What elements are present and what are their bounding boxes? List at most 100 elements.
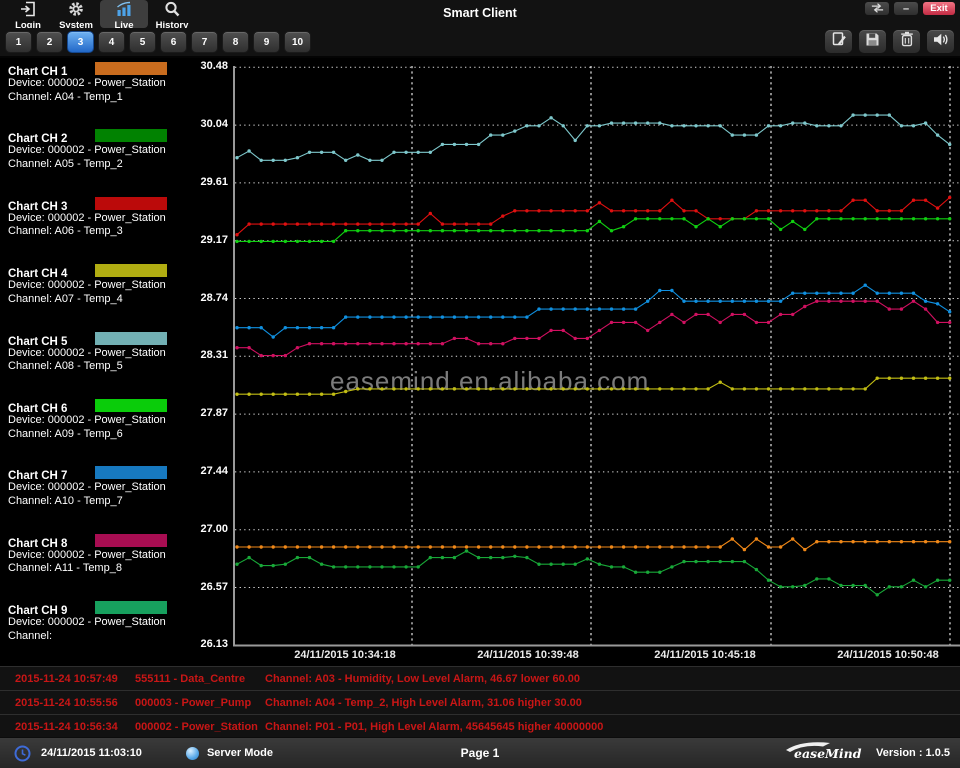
page-tab-3[interactable]: 3 [67,31,94,53]
page-tab-7[interactable]: 7 [191,31,218,53]
series-ch6-temp_6 [237,219,950,242]
x-axis-tick: 24/11/2015 10:50:48 [813,649,960,661]
page-tab-10[interactable]: 10 [284,31,311,53]
title-bar: Login System Live History Smart Client [0,0,960,28]
series-ch3-temp_3 [237,198,950,235]
y-axis-tick: 27.44 [182,465,228,477]
channel-device: Device: 000002 - Power_Station [8,212,230,226]
channel-id: Channel: A04 - Temp_1 [8,91,230,105]
sound-button[interactable] [927,30,954,53]
server-status-icon [186,747,199,760]
main-nav: Login System Live History [4,0,196,28]
channel-device: Device: 000002 - Power_Station [8,616,230,630]
clock-icon [14,745,31,762]
alarm-time: 2015-11-24 10:56:34 [0,721,135,733]
alarm-device: 000003 - Power_Pump [135,697,265,709]
channel-item-3[interactable]: Chart CH 3Device: 000002 - Power_Station… [8,197,230,239]
series-ch7-temp_7 [237,285,950,337]
series-ch5-temp_5 [237,115,950,160]
y-axis-tick: 28.74 [182,292,228,304]
chart-toolbar [825,30,954,53]
page-tab-8[interactable]: 8 [222,31,249,53]
alarm-message: Channel: A03 - Humidity, Low Level Alarm… [265,673,960,685]
page-tab-bar: 12345678910 [0,28,960,58]
channel-color-swatch [95,466,167,479]
channel-item-2[interactable]: Chart CH 2Device: 000002 - Power_Station… [8,129,230,171]
alarm-device: 555111 - Data_Centre [135,673,265,685]
live-view: Chart CH 1Device: 000002 - Power_Station… [0,58,960,666]
channel-name: Chart CH 5 [8,336,67,348]
channel-id: Channel: A05 - Temp_2 [8,158,230,172]
toggle-view-button[interactable] [865,2,889,15]
status-bar: 24/11/2015 11:03:10 Server Mode Page 1 e… [0,737,960,768]
version-label: Version : 1.0.5 [876,747,950,759]
page-tab-4[interactable]: 4 [98,31,125,53]
channel-device: Device: 000002 - Power_Station [8,549,230,563]
nav-item-live[interactable]: Live [100,0,148,28]
edit-icon [831,31,847,52]
nav-item-login[interactable]: Login [4,0,52,28]
loop-arrows-icon [870,0,885,18]
window-controls: – Exit [865,2,955,15]
alarm-row[interactable]: 2015-11-24 10:57:49555111 - Data_CentreC… [0,667,960,691]
channel-item-8[interactable]: Chart CH 8Device: 000002 - Power_Station… [8,534,230,576]
channel-name: Chart CH 4 [8,268,67,280]
y-axis-tick: 29.17 [182,234,228,246]
x-axis-tick: 24/11/2015 10:39:48 [453,649,603,661]
alarm-message: Channel: A04 - Temp_2, High Level Alarm,… [265,697,960,709]
channel-device: Device: 000002 - Power_Station [8,144,230,158]
watermark: easemind.en.alibaba.com [330,366,649,396]
page-tab-2[interactable]: 2 [36,31,63,53]
channel-name: Chart CH 2 [8,133,67,145]
delete-button[interactable] [893,30,920,53]
channel-color-swatch [95,264,167,277]
channel-item-6[interactable]: Chart CH 6Device: 000002 - Power_Station… [8,399,230,441]
channel-id: Channel: A11 - Temp_8 [8,562,230,576]
alarm-row[interactable]: 2015-11-24 10:55:56000003 - Power_PumpCh… [0,691,960,715]
y-axis-tick: 27.00 [182,523,228,535]
nav-item-system[interactable]: System [52,0,100,28]
series-ch1-temp_1 [237,539,950,550]
y-axis-tick: 26.57 [182,581,228,593]
alarm-message: Channel: P01 - P01, High Level Alarm, 45… [265,721,960,733]
minimize-button[interactable]: – [894,2,918,15]
nav-item-history[interactable]: History [148,0,196,28]
channel-color-swatch [95,534,167,547]
y-axis-tick: 28.31 [182,349,228,361]
alarm-device: 000002 - Power_Station [135,721,265,733]
alarm-time: 2015-11-24 10:57:49 [0,673,135,685]
page-tab-6[interactable]: 6 [160,31,187,53]
edit-button[interactable] [825,30,852,53]
save-button[interactable] [859,30,886,53]
channel-color-swatch [95,62,167,75]
channel-name: Chart CH 3 [8,201,67,213]
system-time: 24/11/2015 11:03:10 [41,747,142,759]
y-axis-tick: 30.04 [182,118,228,130]
channel-item-9[interactable]: Chart CH 9Device: 000002 - Power_Station… [8,601,230,643]
minimize-glyph: – [903,5,909,13]
y-axis-tick: 29.61 [182,176,228,188]
easemind-logo: easeMind [782,741,866,766]
alarm-list: 2015-11-24 10:57:49555111 - Data_CentreC… [0,666,960,739]
channel-color-swatch [95,601,167,614]
gear-icon [67,1,85,22]
y-axis-tick: 30.48 [182,60,228,72]
page-tab-1[interactable]: 1 [5,31,32,53]
brand-area: easeMind Version : 1.0.5 [782,741,950,766]
channel-name: Chart CH 7 [8,470,67,482]
alarm-time: 2015-11-24 10:55:56 [0,697,135,709]
x-axis-tick: 24/11/2015 10:34:18 [270,649,420,661]
channel-color-swatch [95,197,167,210]
channel-id: Channel: A08 - Temp_5 [8,360,230,374]
channel-name: Chart CH 6 [8,403,67,415]
speaker-icon [932,32,949,52]
channel-name: Chart CH 8 [8,538,67,550]
search-icon [163,1,181,22]
page-tab-5[interactable]: 5 [129,31,156,53]
live-chart: easemind.en.alibaba.com [233,58,960,655]
channel-id: Channel: A09 - Temp_6 [8,428,230,442]
alarm-row[interactable]: 2015-11-24 10:56:34000002 - Power_Statio… [0,715,960,739]
brand-text: easeMind [794,746,862,761]
page-tab-9[interactable]: 9 [253,31,280,53]
exit-button[interactable]: Exit [923,2,955,15]
